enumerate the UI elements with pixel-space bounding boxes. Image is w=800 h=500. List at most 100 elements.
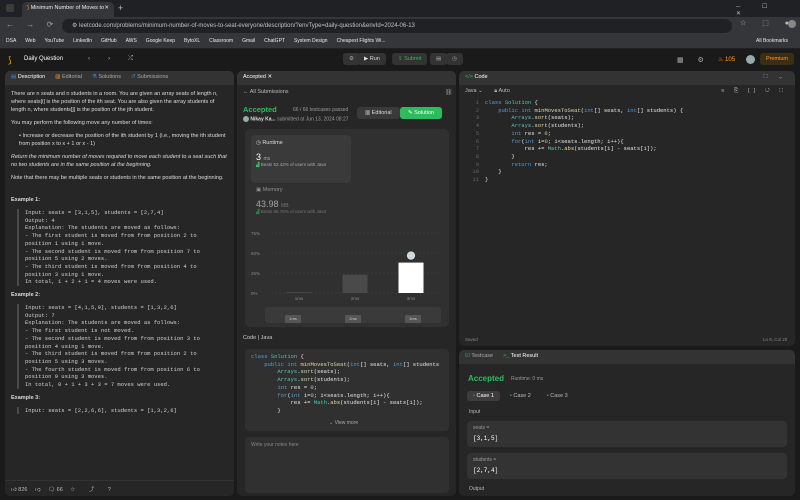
tab-description[interactable]: ▤ Description: [11, 74, 45, 80]
runtime-bar[interactable]: [286, 292, 312, 293]
problem-description: There are n seats and n students in a ro…: [5, 90, 234, 415]
bookmark-item[interactable]: Cheapest Flights Wi...: [337, 38, 386, 44]
like-button[interactable]: 👍︎ 826: [11, 487, 27, 493]
new-tab-icon[interactable]: +: [118, 3, 123, 13]
bookmark-item[interactable]: AWS: [126, 38, 137, 44]
memory-label: ▣ Memory: [256, 187, 283, 193]
runtime-distribution-chart: 0% 25% 50% 75% 1ms 2ms 3ms: [251, 231, 439, 301]
code-line: class Solution {: [251, 353, 304, 360]
memory-box[interactable]: ▣ Memory 43.98 MB ▟ Beats 85.76% of user…: [256, 187, 356, 227]
bookmark-item[interactable]: System Design: [294, 38, 328, 44]
bookmark-item[interactable]: Google Keep: [146, 38, 175, 44]
notes-textarea[interactable]: Write your notes here: [245, 437, 449, 493]
mini-bar: 2ms: [345, 315, 361, 323]
leetcode-logo-icon[interactable]: ⟆: [8, 55, 12, 66]
testcases-passed: 66 / 66 testcases passed: [293, 107, 349, 113]
tab-search-icon[interactable]: [6, 4, 14, 12]
bookmark-item[interactable]: ChatGPT: [264, 38, 285, 44]
bookmark-item[interactable]: YouTube: [44, 38, 64, 44]
y-tick-label: 50%: [251, 251, 260, 256]
share-icons[interactable]: ☆ ⤴ ?: [70, 487, 117, 493]
code-line[interactable]: 7 res += Math.abs(students[i] - seats[i]…: [463, 145, 795, 153]
tab-code[interactable]: </> Code: [465, 74, 488, 80]
submit-button[interactable]: ⇪ Submit: [392, 53, 428, 65]
all-bookmarks[interactable]: All Bookmarks: [756, 38, 788, 44]
auto-complete-toggle[interactable]: 🔒︎ Auto: [494, 88, 509, 94]
code-line[interactable]: 1 class Solution {: [463, 99, 795, 107]
share-link-icon[interactable]: ⛓: [445, 89, 453, 96]
tab-testcase[interactable]: ☑ Testcase: [465, 353, 493, 359]
book-icon: ▥: [55, 74, 62, 80]
runtime-bar[interactable]: [398, 262, 424, 293]
bookmark-item[interactable]: LinkedIn: [73, 38, 92, 44]
code-line[interactable]: 10 }: [463, 168, 795, 176]
close-icon[interactable]: ✕: [267, 74, 272, 80]
tab-solutions[interactable]: ⚗ Solutions: [92, 74, 121, 80]
tab-editorial[interactable]: ▥ Editorial: [55, 74, 82, 80]
tab-submissions[interactable]: ↺ Submissions: [131, 74, 168, 80]
memory-value: 43.98 MB: [256, 199, 289, 209]
code-line[interactable]: 3 Arrays.sort(seats);: [463, 114, 795, 122]
nav-arrows-icon[interactable]: ← → ⟳: [6, 20, 58, 29]
user-avatar[interactable]: [746, 55, 755, 64]
panel-window-icons[interactable]: ⛶ ⌄: [764, 74, 787, 81]
timer-button[interactable]: ◷: [446, 53, 463, 65]
bookmark-item[interactable]: Web: [25, 38, 35, 44]
code-line[interactable]: 2 public int minMovesToSeat(int[] seats,…: [463, 107, 795, 115]
runtime-box[interactable]: ◷ Runtime 3 ms ▟ Beats 52.42% of users w…: [251, 135, 351, 183]
site-info-icon[interactable]: ⚙: [72, 23, 79, 29]
code-line: Arrays.sort(seats);: [277, 368, 341, 376]
submission-panel: Accepted ✕ ← All Submissions ⛓ Accepted …: [237, 71, 456, 496]
case-tab-3[interactable]: • Case 3: [541, 391, 574, 401]
line-number: 3: [475, 114, 479, 122]
y-tick-label: 75%: [251, 231, 260, 236]
code-editor[interactable]: 1 class Solution {2 public int minMovesTo…: [459, 99, 795, 331]
premium-button[interactable]: Premium: [760, 53, 795, 65]
streak-counter[interactable]: ♨ 105: [718, 56, 735, 63]
url-field[interactable]: ⚙ leetcode.com/problems/minimum-number-o…: [62, 19, 732, 33]
window-controls[interactable]: ─ ☐ ✕: [736, 3, 800, 17]
description-tabs: ▤ Description ▥ Editorial ⚗ Solutions ↺ Sub…: [5, 71, 234, 85]
case-tab-2[interactable]: • Case 2: [504, 391, 537, 401]
test-status: Accepted: [468, 374, 505, 383]
solution-button[interactable]: ✎ Solution: [400, 107, 443, 119]
view-more-button[interactable]: ⌄ View more: [329, 420, 358, 426]
problem-nav-arrows-icon[interactable]: ‹ › ⤮: [88, 55, 141, 63]
editorial-button[interactable]: ▥ Editorial: [357, 107, 400, 119]
notes-button[interactable]: ▤: [430, 53, 448, 65]
bookmark-item[interactable]: GitHub: [101, 38, 117, 44]
comments-button[interactable]: 🗨︎ 66: [48, 487, 63, 493]
bookmark-item[interactable]: BytoXL: [184, 38, 200, 44]
bookmark-item[interactable]: Classroom: [209, 38, 233, 44]
code-line[interactable]: 5 int res = 0;: [463, 130, 795, 138]
code-line[interactable]: 6 for(int i=0; i<seats.length; i++){: [463, 138, 795, 146]
tab-accepted[interactable]: Accepted ✕: [243, 74, 272, 80]
code-line[interactable]: 4 Arrays.sort(students);: [463, 122, 795, 130]
browser-tab[interactable]: ⟆ Minimum Number of Moves to ✕: [22, 2, 114, 17]
code-line[interactable]: 9 return res;: [463, 161, 795, 169]
chip-icon: ▣: [256, 187, 263, 193]
case-tab-1[interactable]: • Case 1: [467, 391, 500, 401]
y-tick-label: 25%: [251, 271, 260, 276]
bookmark-item[interactable]: DSA: [6, 38, 16, 44]
bookmark-item[interactable]: Gmail: [242, 38, 255, 44]
profile-avatar[interactable]: [788, 20, 796, 28]
input-label: Input: [469, 409, 481, 415]
tab-close-icon[interactable]: ✕: [104, 5, 109, 11]
daily-question-label[interactable]: Daily Question: [24, 56, 63, 62]
test-result-panel: ☑ Testcase >_ Test Result Accepted Runtim…: [459, 350, 795, 496]
code-line[interactable]: 11}: [463, 176, 795, 184]
code-line[interactable]: 8 }: [463, 153, 795, 161]
back-to-submissions[interactable]: ← All Submissions: [243, 89, 289, 95]
runtime-bar[interactable]: [342, 274, 368, 293]
performance-card: ◷ Runtime 3 ms ▟ Beats 52.42% of users w…: [245, 129, 449, 327]
dislike-icon[interactable]: 👎︎: [35, 487, 41, 493]
editor-action-icons[interactable]: ≡ ⎘ {} ↺ ⛶: [721, 88, 787, 95]
example-title: Example 3:: [11, 394, 41, 401]
mini-distribution-bar[interactable]: 1ms 2ms 3ms: [265, 307, 441, 323]
run-button[interactable]: ▶ Run: [358, 53, 386, 65]
tab-test-result[interactable]: >_ Test Result: [503, 353, 538, 359]
language-select[interactable]: Java ⌄: [465, 88, 483, 94]
back-arrow-icon: ←: [243, 89, 250, 95]
layout-settings-icons[interactable]: ▦ ⚙: [677, 56, 710, 64]
